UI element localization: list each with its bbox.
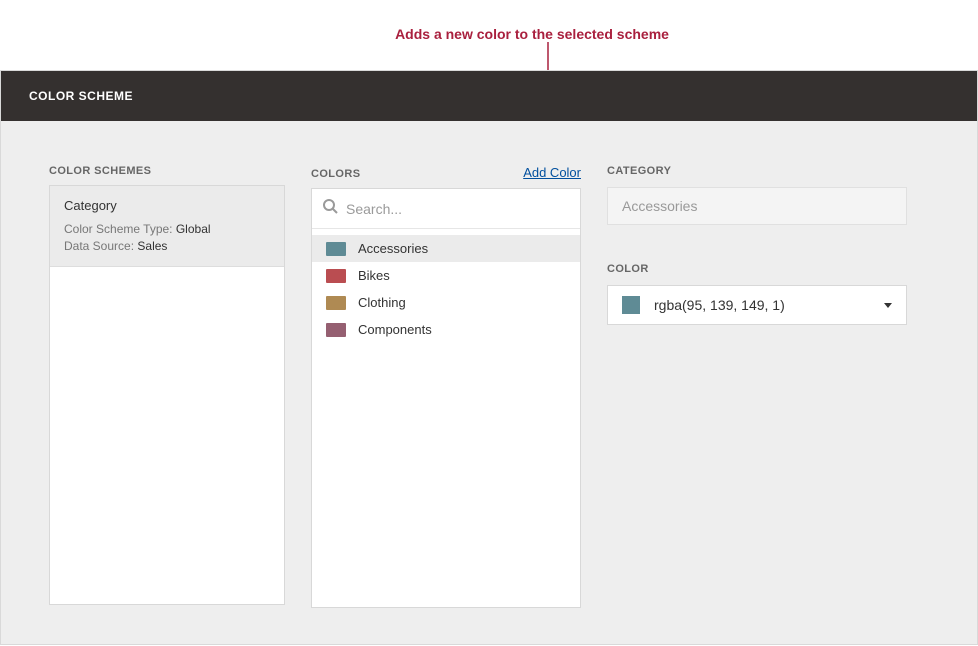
colors-label: COLORS	[311, 168, 360, 180]
search-row	[312, 189, 580, 229]
color-item-label: Bikes	[358, 268, 390, 283]
color-item-label: Components	[358, 322, 432, 337]
search-icon	[322, 198, 338, 219]
scheme-title: Category	[64, 198, 270, 213]
color-swatch	[326, 242, 346, 256]
category-label: CATEGORY	[607, 165, 929, 177]
color-picker[interactable]: rgba(95, 139, 149, 1)	[607, 285, 907, 325]
color-swatch	[326, 323, 346, 337]
app-window: COLOR SCHEME COLOR SCHEMES Category Colo…	[0, 70, 978, 645]
color-swatch	[326, 269, 346, 283]
scheme-type-label: Color Scheme Type:	[64, 222, 173, 236]
color-list: Accessories Bikes Clothing Components	[312, 229, 580, 349]
color-preview-swatch	[622, 296, 640, 314]
color-label: COLOR	[607, 263, 929, 275]
color-item-label: Accessories	[358, 241, 428, 256]
color-item[interactable]: Bikes	[312, 262, 580, 289]
color-item-label: Clothing	[358, 295, 406, 310]
color-swatch	[326, 296, 346, 310]
scheme-type-value: Global	[176, 222, 211, 236]
scheme-source-label: Data Source:	[64, 239, 134, 253]
scheme-item[interactable]: Category Color Scheme Type: Global Data …	[50, 186, 284, 267]
color-item[interactable]: Accessories	[312, 235, 580, 262]
search-input[interactable]	[346, 201, 570, 217]
category-field[interactable]: Accessories	[607, 187, 907, 225]
schemes-label: COLOR SCHEMES	[49, 165, 285, 177]
chevron-down-icon	[884, 303, 892, 308]
color-value: rgba(95, 139, 149, 1)	[654, 297, 785, 313]
colors-panel: Accessories Bikes Clothing Components	[311, 188, 581, 608]
color-item[interactable]: Clothing	[312, 289, 580, 316]
scheme-source-value: Sales	[137, 239, 167, 253]
add-color-link[interactable]: Add Color	[523, 165, 581, 180]
annotation-add-color: Adds a new color to the selected scheme	[362, 26, 702, 42]
color-item[interactable]: Components	[312, 316, 580, 343]
schemes-panel: Category Color Scheme Type: Global Data …	[49, 185, 285, 605]
page-title: COLOR SCHEME	[1, 71, 977, 121]
